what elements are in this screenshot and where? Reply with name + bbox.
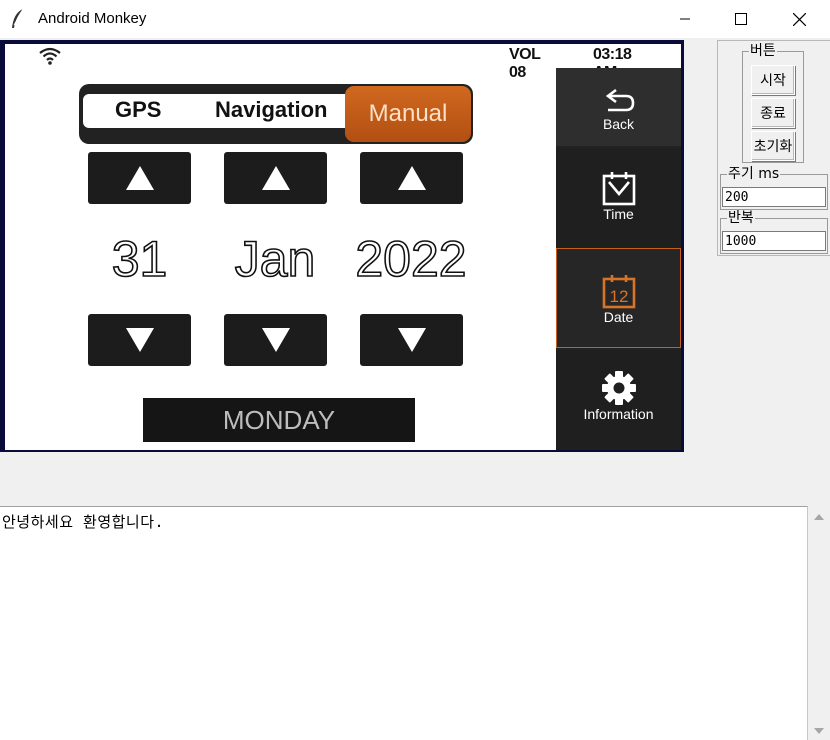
repeat-label: 반복 bbox=[727, 210, 755, 226]
period-label: 주기 ms bbox=[727, 166, 781, 182]
scroll-down-arrow-icon[interactable] bbox=[814, 728, 824, 734]
repeat-input[interactable]: 1000 bbox=[722, 231, 826, 251]
log-textarea[interactable]: 안녕하세요 환영합니다. bbox=[0, 506, 808, 740]
back-arrow-icon bbox=[605, 88, 634, 112]
mode-selector: GPS Navigation Manual bbox=[79, 84, 473, 144]
mode-manual-tab[interactable]: Manual bbox=[345, 86, 471, 142]
wifi-icon bbox=[39, 47, 61, 65]
feather-icon bbox=[12, 8, 24, 28]
period-group: 주기 ms 200 bbox=[720, 166, 828, 210]
device-screen-frame: VOL 08 03:18 AM GPS Navigation Manual 31… bbox=[0, 40, 684, 452]
log-scrollbar[interactable] bbox=[808, 506, 830, 740]
nav-back-button[interactable]: Back bbox=[556, 68, 681, 146]
period-input[interactable]: 200 bbox=[722, 187, 826, 207]
nav-time-button[interactable]: Time bbox=[556, 148, 681, 248]
window-titlebar: Android Monkey bbox=[0, 0, 830, 38]
volume-indicator: VOL 08 bbox=[509, 46, 541, 81]
scroll-up-arrow-icon[interactable] bbox=[814, 514, 824, 520]
arrow-down-icon bbox=[125, 328, 154, 352]
window-title: Android Monkey bbox=[38, 10, 147, 27]
status-bar: VOL 08 03:18 AM bbox=[5, 44, 632, 81]
gear-icon bbox=[601, 371, 636, 405]
arrow-up-icon bbox=[261, 166, 290, 190]
buttons-group: 버튼 시작 종료 초기화 bbox=[742, 43, 804, 163]
day-up-button[interactable] bbox=[88, 152, 191, 204]
device-screen[interactable]: VOL 08 03:18 AM GPS Navigation Manual 31… bbox=[5, 44, 681, 450]
day-down-button[interactable] bbox=[88, 314, 191, 366]
month-up-button[interactable] bbox=[224, 152, 327, 204]
start-button[interactable]: 시작 bbox=[751, 65, 795, 95]
arrow-up-icon bbox=[125, 166, 154, 190]
maximize-icon bbox=[735, 13, 747, 25]
weekday-display: MONDAY bbox=[143, 398, 415, 442]
nav-date-label: Date bbox=[603, 309, 634, 325]
maximize-button[interactable] bbox=[712, 0, 770, 38]
minimize-button[interactable] bbox=[656, 0, 714, 38]
day-value: 31 bbox=[111, 230, 168, 288]
calendar-icon: 12 bbox=[602, 275, 635, 309]
buttons-group-label: 버튼 bbox=[749, 43, 777, 59]
nav-time-label: Time bbox=[603, 206, 634, 222]
side-navigation: Back Time 12 Date Information bbox=[556, 68, 681, 450]
nav-information-button[interactable]: Information bbox=[556, 350, 681, 450]
year-down-button[interactable] bbox=[360, 314, 463, 366]
arrow-down-icon bbox=[397, 328, 426, 352]
calendar-check-icon bbox=[602, 172, 635, 206]
calendar-icon-number: 12 bbox=[609, 287, 628, 306]
nav-back-label: Back bbox=[602, 116, 635, 132]
mode-navigation-tab[interactable]: Navigation bbox=[215, 97, 327, 123]
close-button[interactable] bbox=[770, 0, 828, 38]
arrow-up-icon bbox=[397, 166, 426, 190]
nav-date-button[interactable]: 12 Date bbox=[556, 248, 681, 348]
month-value: Jan bbox=[234, 230, 316, 288]
stop-button[interactable]: 종료 bbox=[751, 98, 795, 128]
year-up-button[interactable] bbox=[360, 152, 463, 204]
year-value: 2022 bbox=[355, 230, 468, 288]
control-panel: 버튼 시작 종료 초기화 주기 ms 200 반복 1000 bbox=[717, 40, 830, 256]
nav-information-label: Information bbox=[583, 406, 654, 422]
month-down-button[interactable] bbox=[224, 314, 327, 366]
repeat-group: 반복 1000 bbox=[720, 210, 828, 254]
log-text: 안녕하세요 환영합니다. bbox=[2, 513, 165, 531]
minimize-icon bbox=[680, 18, 690, 20]
mode-gps-tab[interactable]: GPS bbox=[115, 97, 161, 123]
arrow-down-icon bbox=[261, 328, 290, 352]
reset-button[interactable]: 초기화 bbox=[751, 131, 795, 161]
close-icon bbox=[792, 12, 806, 26]
